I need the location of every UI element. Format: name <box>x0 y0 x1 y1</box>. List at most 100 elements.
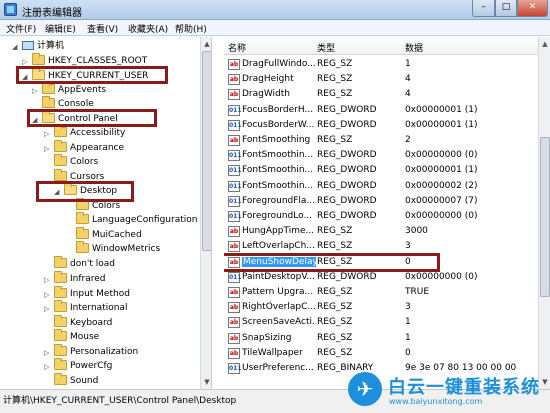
value-type: REG_DWORD <box>317 211 377 221</box>
table-row[interactable]: ab ScreenSaveActi... REG_SZ 1 <box>224 315 538 330</box>
menu-file[interactable]: 文件(F) <box>6 22 36 35</box>
value-data: 3000 <box>405 226 428 237</box>
value-data: TRUE <box>405 287 430 297</box>
expanded-arrow-icon[interactable]: ◢ <box>12 40 21 54</box>
collapsed-arrow-icon[interactable]: ▷ <box>44 302 53 316</box>
folder-icon <box>54 125 67 137</box>
table-row[interactable]: ab HungAppTime... REG_SZ 3000 <box>224 224 538 239</box>
value-type: REG_SZ <box>317 287 353 297</box>
folder-icon <box>54 300 67 312</box>
table-row[interactable]: ab FontSmoothing REG_SZ 2 <box>224 133 538 148</box>
table-row[interactable]: ab DragFullWindo... REG_SZ 1 <box>224 57 538 72</box>
value-data: 0x00000007 (7) <box>405 195 478 206</box>
menu-favorites[interactable]: 收藏夹(A) <box>128 22 168 35</box>
tree-node-dont-load[interactable]: don't load <box>44 256 115 271</box>
tree-node-infrared[interactable]: ▷ Infrared <box>44 271 106 287</box>
tree-node-personalization[interactable]: ▷ Personalization <box>44 344 138 360</box>
tree-node-input-method[interactable]: ▷ Input Method <box>44 286 130 302</box>
table-row[interactable]: ab Pattern Upgra... REG_SZ TRUE <box>224 285 538 300</box>
tree-scrollbar[interactable]: ▲ ▼ <box>200 37 211 389</box>
collapsed-arrow-icon[interactable]: ▷ <box>44 273 53 287</box>
value-type: REG_DWORD <box>317 104 377 115</box>
value-data: 0x00000002 (2) <box>405 180 478 191</box>
tree-node-colors[interactable]: Colors <box>44 154 98 169</box>
menu-view[interactable]: 查看(V) <box>87 22 118 35</box>
value-name: RightOverlapC... <box>242 302 316 313</box>
tree-node-appearance[interactable]: ▷ Appearance <box>44 140 124 156</box>
column-type[interactable]: 类型 <box>317 41 335 54</box>
value-name: DragFullWindo... <box>242 59 316 69</box>
highlight-box-menushowdelay <box>224 253 440 272</box>
folder-icon <box>54 286 67 298</box>
tree-node-appevents[interactable]: ▷ AppEvents <box>32 82 106 98</box>
collapsed-arrow-icon[interactable]: ▷ <box>44 360 53 374</box>
value-type: REG_DWORD <box>317 271 377 282</box>
menu-edit[interactable]: 编辑(E) <box>45 22 76 35</box>
folder-icon <box>54 154 67 166</box>
folder-icon <box>76 212 89 224</box>
tree-node-mouse[interactable]: Mouse <box>44 329 99 344</box>
tree-node-accessibility[interactable]: ▷ Accessibility <box>44 125 125 141</box>
highlight-box-hkcu <box>16 66 168 84</box>
close-button[interactable]: ✕ <box>517 0 548 17</box>
tree-node-sound[interactable]: Sound <box>44 373 98 388</box>
collapsed-arrow-icon[interactable]: ▷ <box>44 127 53 141</box>
computer-icon <box>22 40 34 50</box>
tree-node-international[interactable]: ▷ International <box>44 300 127 316</box>
table-row[interactable]: 011 FocusBorderW... REG_DWORD 0x00000001 (1… <box>224 118 538 133</box>
table-row[interactable]: 011 FontSmoothin... REG_DWORD 0x00000000 (0… <box>224 148 538 163</box>
binary-value-icon: 011 <box>228 150 242 162</box>
tree-scroll-thumb[interactable] <box>202 51 211 251</box>
value-name: DragWidth <box>242 89 291 100</box>
table-row[interactable]: 011 ForegroundLo... REG_DWORD 0x00000000 (0… <box>224 209 538 224</box>
table-row[interactable]: 011 FocusBorderH... REG_DWORD 0x00000001 (1… <box>224 103 538 118</box>
tree-node-keyboard[interactable]: Keyboard <box>44 315 112 330</box>
tree-node-computer[interactable]: ◢ 计算机 <box>12 39 64 53</box>
tree-node-muicached[interactable]: MuiCached <box>66 227 142 242</box>
value-data: 4 <box>405 74 411 85</box>
value-name: FontSmoothing <box>242 135 311 145</box>
folder-icon <box>54 271 67 283</box>
list-scroll-thumb[interactable] <box>540 137 550 297</box>
regedit-app-icon <box>4 3 17 16</box>
table-row[interactable]: 011 FontSmoothin... REG_DWORD 0x00000002 (2… <box>224 179 538 194</box>
value-type: REG_SZ <box>317 59 353 69</box>
value-data: 4 <box>405 89 411 100</box>
collapsed-arrow-icon[interactable]: ▷ <box>44 142 53 156</box>
tree-node-powercfg[interactable]: ▷ PowerCfg <box>44 358 112 374</box>
collapsed-arrow-icon[interactable]: ▷ <box>44 288 53 302</box>
string-value-icon: ab <box>228 89 240 101</box>
scroll-up-arrow-icon[interactable]: ▲ <box>540 38 550 50</box>
folder-icon <box>42 82 55 94</box>
column-data[interactable]: 数据 <box>405 41 423 54</box>
string-value-icon: ab <box>228 241 240 253</box>
menu-help[interactable]: 帮助(H) <box>175 22 207 35</box>
menu-bar: 文件(F) 编辑(E) 查看(V) 收藏夹(A) 帮助(H) <box>0 20 550 36</box>
table-row[interactable]: ab RightOverlapC... REG_SZ 3 <box>224 300 538 315</box>
table-row[interactable]: ab DragHeight REG_SZ 4 <box>224 72 538 87</box>
value-data: 1 <box>405 59 411 69</box>
table-row[interactable]: ab DragWidth REG_SZ 4 <box>224 87 538 102</box>
value-name: ForegroundLo... <box>242 211 313 221</box>
value-type: REG_SZ <box>317 135 353 145</box>
scroll-up-arrow-icon[interactable]: ▲ <box>202 38 211 50</box>
value-type: REG_DWORD <box>317 119 377 130</box>
scroll-down-arrow-icon[interactable]: ▼ <box>202 376 211 388</box>
collapsed-arrow-icon[interactable]: ▷ <box>44 346 53 360</box>
maximize-button[interactable]: □ <box>495 0 517 17</box>
table-row[interactable]: ab TileWallpaper REG_SZ 0 <box>224 346 538 361</box>
collapsed-arrow-icon[interactable]: ▷ <box>32 84 41 98</box>
tree-node-languageconfiguration[interactable]: LanguageConfiguration <box>66 212 197 227</box>
folder-icon <box>32 53 45 65</box>
minimize-button[interactable]: – <box>472 0 495 17</box>
tree-node-windowmetrics[interactable]: WindowMetrics <box>66 241 160 256</box>
string-value-icon: ab <box>228 135 240 146</box>
string-value-icon: ab <box>228 347 240 359</box>
list-scrollbar[interactable]: ▲ ▼ <box>538 37 550 389</box>
column-name[interactable]: 名称 <box>228 41 246 54</box>
table-row[interactable]: 011 PaintDesktopV... REG_DWORD 0x00000000 (… <box>224 270 538 285</box>
table-row[interactable]: 011 ForegroundFla... REG_DWORD 0x00000007 (… <box>224 194 538 209</box>
table-row[interactable]: ab SnapSizing REG_SZ 1 <box>224 331 538 346</box>
status-path: 计算机\HKEY_CURRENT_USER\Control Panel\Desk… <box>3 396 237 406</box>
table-row[interactable]: 011 FontSmoothin... REG_DWORD 0x00000001 (1… <box>224 163 538 178</box>
